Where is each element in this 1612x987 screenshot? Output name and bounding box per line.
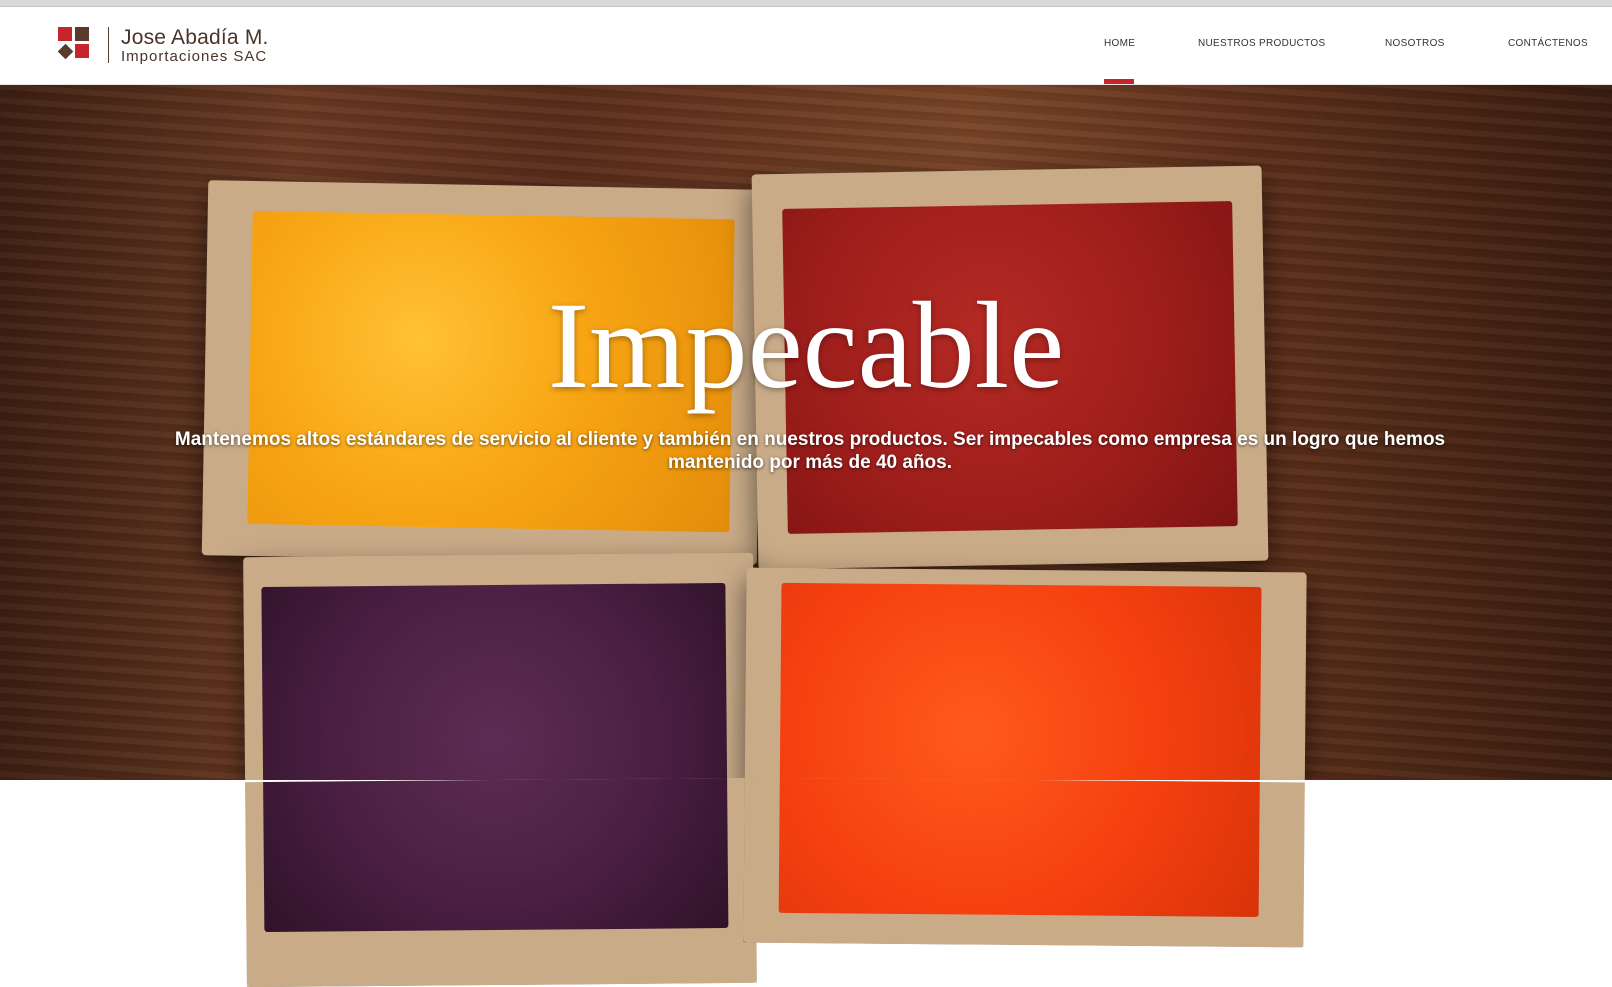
logo-divider [108, 27, 109, 63]
brand-subtitle: Importaciones SAC [121, 48, 268, 65]
site-header: Jose Abadía M. Importaciones SAC HOME NU… [0, 7, 1612, 85]
purple-powder-box-image [243, 552, 757, 780]
nav-item-home[interactable]: HOME [1104, 38, 1135, 49]
logo-mark-icon [57, 27, 92, 61]
hero-title: Impecable [547, 277, 1065, 414]
browser-top-edge [0, 0, 1612, 7]
nav-item-nosotros[interactable]: NOSOTROS [1385, 38, 1445, 49]
logo-text: Jose Abadía M. Importaciones SAC [121, 27, 269, 64]
nav-item-nuestros-productos[interactable]: NUESTROS PRODUCTOS [1198, 38, 1325, 49]
hero-subtitle: Mantenemos altos estándares de servicio … [174, 429, 1446, 473]
nav-active-indicator [1104, 79, 1134, 84]
brand-logo[interactable]: Jose Abadía M. Importaciones SAC [57, 27, 269, 64]
brand-name: Jose Abadía M. [121, 26, 269, 49]
nav-item-contactenos[interactable]: CONTÁCTENOS [1508, 38, 1588, 49]
orange-powder-box-image [743, 567, 1307, 780]
